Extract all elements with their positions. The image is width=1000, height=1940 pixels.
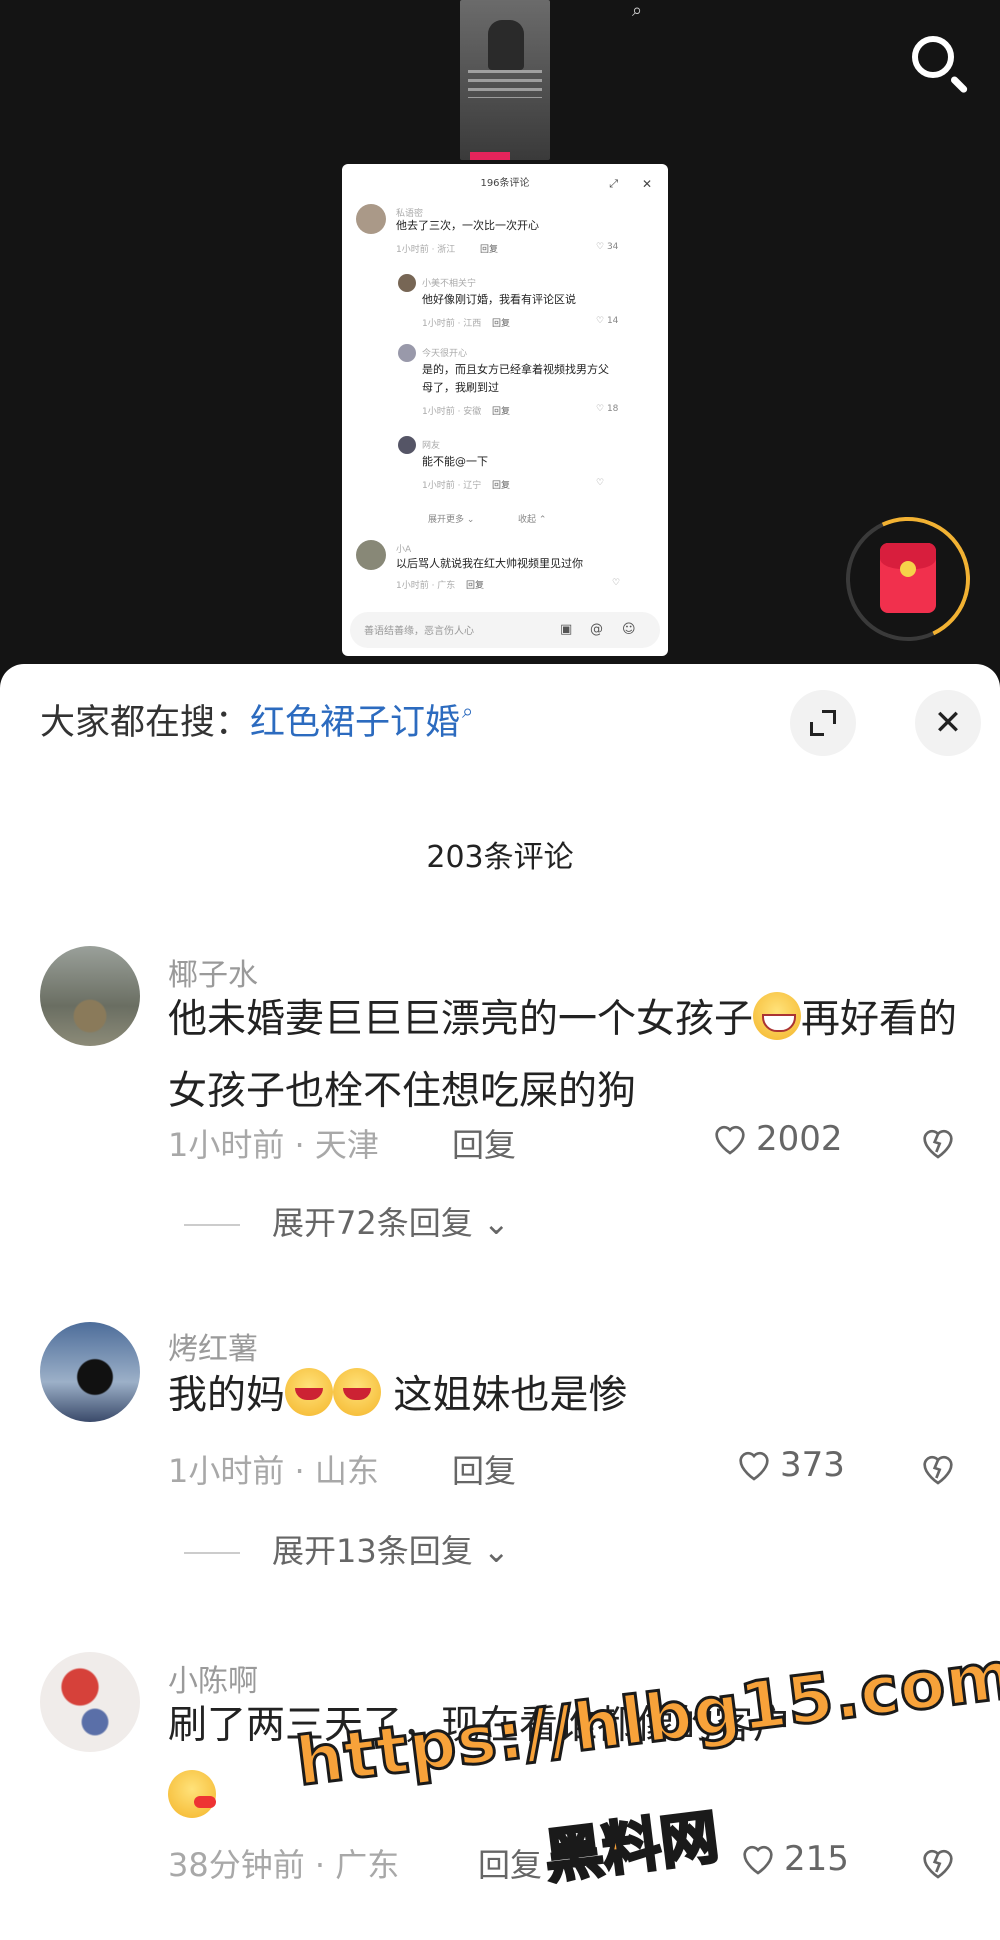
comment-count: 203条评论 (426, 840, 574, 875)
mini-comment-input: 善语结善缘，恶言伤人心 ▣ @ ☺ (350, 612, 660, 648)
trending-label: 大家都在搜： (40, 703, 251, 743)
reply-button[interactable]: 回复 (452, 1446, 516, 1492)
mini-comment: 私语密 他去了三次，一次比一次开心 1小时前 · 浙江 回复 ♡ 34 (356, 204, 656, 264)
like-button[interactable]: 2002 (710, 1118, 843, 1159)
dislike-icon[interactable] (916, 1448, 960, 1488)
mini-at-icon: @ (590, 622, 603, 637)
mini-header: 196条评论 ⤢ ✕ (342, 164, 668, 204)
dizzy-face-emoji (168, 1770, 216, 1818)
comment-time: 1小时前 · 天津 (168, 1126, 379, 1164)
like-button[interactable]: 215 (738, 1838, 849, 1879)
mini-collapse: 收起 ⌃ (518, 515, 547, 525)
chevron-down-icon: ⌄ (482, 1532, 510, 1570)
heart-icon (715, 1125, 745, 1155)
thumbnail-search-icon: ⌕ (632, 0, 643, 21)
close-button[interactable]: ✕ (915, 690, 981, 756)
crying-emoji (333, 1368, 382, 1416)
search-icon[interactable] (904, 28, 974, 98)
comment-text: 他未婚妻巨巨巨漂亮的一个女孩子 再好看的女孩子也栓不住想吃屎的狗 (168, 984, 968, 1128)
close-icon: ✕ (933, 703, 963, 743)
heart-icon (739, 1451, 769, 1481)
comment-item: 椰子水 他未婚妻巨巨巨漂亮的一个女孩子 再好看的女孩子也栓不住想吃屎的狗 1小时前… (0, 924, 1000, 1264)
comment-sheet: 大家都在搜：红色裙子订婚 ⌕ ✕ 203条评论 椰子水 他未婚妻巨巨巨漂亮的一个女… (0, 664, 1000, 1940)
comment-item: 烤红薯 我的妈 这姐妹也是惨 1小时前 · 山东 回复 373 展开13条回复 … (0, 1314, 1000, 1614)
comment-text: 我的妈 这姐妹也是惨 (168, 1360, 968, 1432)
expand-replies-button[interactable]: 展开13条回复 ⌄ (184, 1526, 510, 1572)
mini-comment: 小A 以后骂人就说我在红大帅视频里见过你 1小时前 · 广东 回复 ♡ (356, 540, 656, 600)
comment-text: 刷了两三天了，现在看谁都像的客户 (168, 1690, 968, 1834)
avatar[interactable] (40, 1322, 140, 1422)
comment-time: 38分钟前 · 广东 (168, 1846, 400, 1884)
video-area[interactable]: ⌕ 196条评论 ⤢ ✕ 私语密 他去了三次，一次比一次开心 1小时前 · 浙江… (0, 0, 1000, 670)
video-thumbnail (460, 0, 550, 160)
expand-icon (810, 722, 824, 736)
mini-reply: 今天很开心 是的，而且女方已经拿着视频找男方父 母了，我刷到过 1小时前 · 安… (398, 344, 658, 424)
dislike-icon[interactable] (916, 1122, 960, 1162)
search-icon: ⌕ (462, 699, 474, 723)
like-count: 2002 (756, 1119, 843, 1159)
dislike-icon[interactable] (916, 1842, 960, 1882)
mini-reply: 小美不相关宁 他好像刚订婚，我看有评论区说 1小时前 · 江西 回复 ♡ 14 (398, 274, 658, 334)
mini-reply: 网友 能不能@一下 1小时前 · 辽宁 回复 ♡ (398, 436, 658, 496)
expand-replies-button[interactable]: 展开72条回复 ⌄ (184, 1198, 510, 1244)
mini-expand-icon: ⤢ (609, 177, 618, 190)
expand-button[interactable] (790, 690, 856, 756)
comment-time: 1小时前 · 山东 (168, 1452, 379, 1490)
embedded-comment-screenshot: 196条评论 ⤢ ✕ 私语密 他去了三次，一次比一次开心 1小时前 · 浙江 回… (342, 164, 668, 656)
heart-icon (743, 1845, 773, 1875)
mini-close-icon: ✕ (641, 177, 652, 191)
crying-emoji (285, 1368, 334, 1416)
mini-expand-more: 展开更多 ⌄ (428, 515, 475, 525)
avatar[interactable] (40, 1652, 140, 1752)
avatar[interactable] (40, 946, 140, 1046)
like-count: 215 (784, 1839, 849, 1879)
like-button[interactable]: 373 (734, 1444, 845, 1485)
comment-item: 小陈啊 刷了两三天了，现在看谁都像的客户 38分钟前 · 广东 回复 215 (0, 1640, 1000, 1940)
mini-emoji-icon: ☺ (622, 622, 636, 637)
red-packet-button[interactable] (828, 499, 988, 659)
trending-search[interactable]: 大家都在搜：红色裙子订婚 ⌕ (40, 694, 473, 745)
trending-term-link[interactable]: 红色裙子订婚 (250, 703, 460, 743)
reply-button[interactable]: 回复 (452, 1120, 516, 1166)
reply-button[interactable]: 回复 (478, 1840, 542, 1886)
mini-image-icon: ▣ (560, 622, 573, 637)
chevron-down-icon: ⌄ (482, 1204, 510, 1242)
red-packet-icon (880, 543, 936, 613)
grinning-sweat-emoji (753, 992, 802, 1040)
mini-title: 196条评论 (480, 178, 530, 189)
like-count: 373 (780, 1445, 845, 1485)
